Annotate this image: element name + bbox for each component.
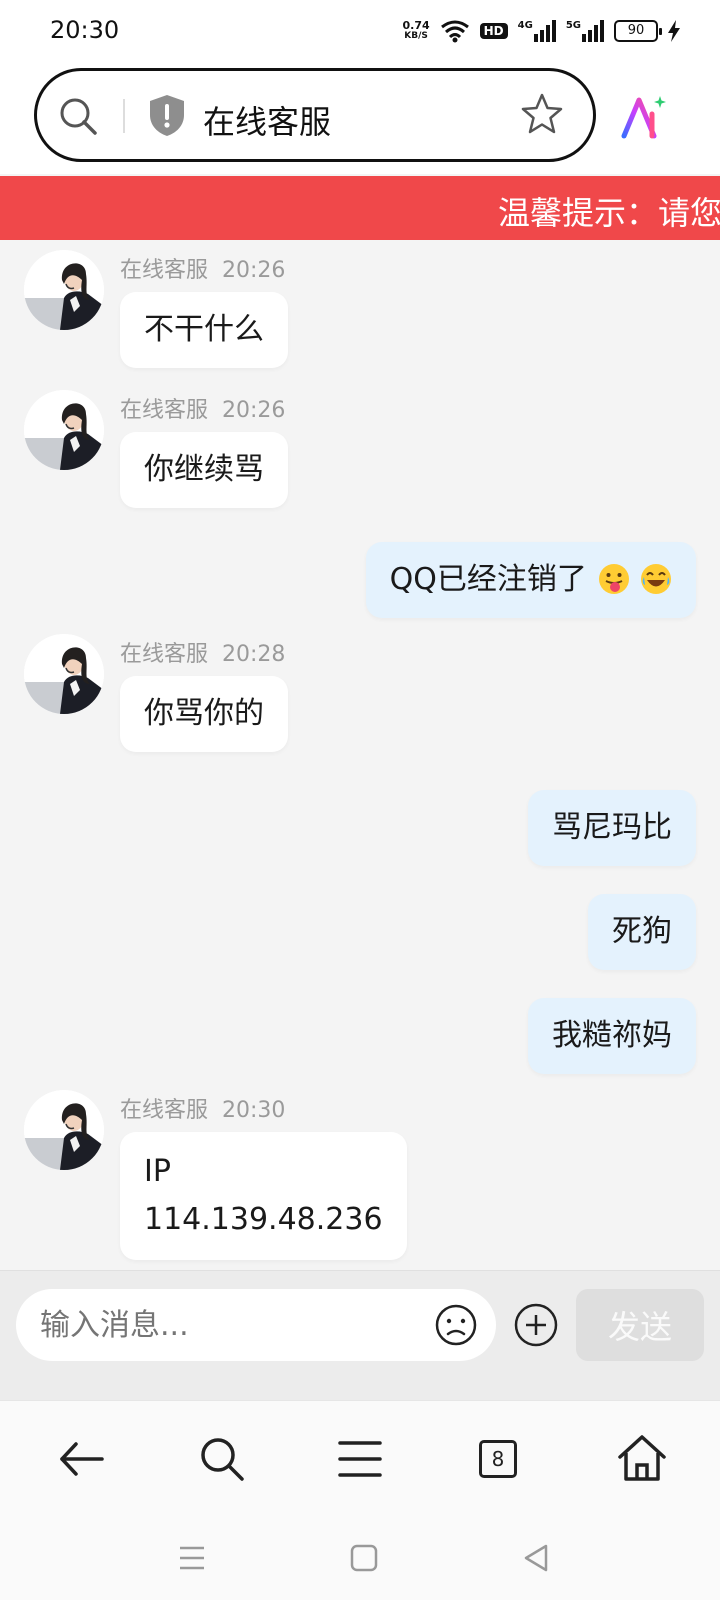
message-meta: 在线客服 20:28 xyxy=(120,642,286,667)
user-message-bubble[interactable]: QQ已经注销了 xyxy=(365,542,696,618)
notice-banner: 温馨提示：请您 xyxy=(0,176,720,240)
shield-icon[interactable] xyxy=(147,93,187,137)
plus-icon[interactable] xyxy=(512,1301,560,1349)
system-nav-bar xyxy=(0,1516,720,1600)
network-speed: 0.74 KB/S xyxy=(402,19,430,41)
message-input-bar: 发送 xyxy=(0,1270,720,1400)
status-bar: 20:30 0.74 KB/S HD 4G 5G 90 xyxy=(0,0,720,62)
message-bubble[interactable]: 你骂你的 xyxy=(120,676,288,752)
back-arrow-icon[interactable] xyxy=(54,1431,110,1487)
wifi-icon xyxy=(440,20,469,43)
user-message-bubble[interactable]: 骂尼玛比 xyxy=(528,790,696,866)
ai-assistant-icon[interactable] xyxy=(618,92,668,142)
search-icon[interactable] xyxy=(57,95,99,137)
emoji-icon[interactable] xyxy=(434,1303,478,1347)
notice-text: 温馨提示：请您 xyxy=(498,194,720,232)
agent-avatar[interactable] xyxy=(24,390,104,470)
address-divider xyxy=(123,99,125,133)
agent-avatar[interactable] xyxy=(24,250,104,330)
message-meta: 在线客服 20:26 xyxy=(120,258,286,283)
hd-icon: HD xyxy=(479,23,508,39)
laughing-tears-emoji-icon xyxy=(641,564,671,594)
menu-icon[interactable] xyxy=(332,1431,388,1487)
browser-bottom-nav: 8 xyxy=(0,1400,720,1516)
message-bubble[interactable]: IP 114.139.48.236 xyxy=(120,1132,407,1260)
status-icons: 0.74 KB/S HD 4G 5G 90 xyxy=(402,16,680,46)
send-button[interactable]: 发送 xyxy=(576,1289,704,1361)
browser-toolbar: 在线客服 xyxy=(0,62,720,174)
user-message-bubble[interactable]: 我糙祢妈 xyxy=(528,998,696,1074)
recent-apps-icon[interactable] xyxy=(172,1538,212,1578)
charging-icon xyxy=(668,20,680,42)
star-icon[interactable] xyxy=(519,91,565,137)
tab-count: 8 xyxy=(479,1440,517,1478)
sim2-signal-icon: 5G xyxy=(566,20,604,42)
address-bar[interactable]: 在线客服 xyxy=(34,68,596,162)
home-icon[interactable] xyxy=(614,1431,670,1487)
home-button-icon[interactable] xyxy=(344,1538,384,1578)
message-bubble[interactable]: 不干什么 xyxy=(120,292,288,368)
tabs-icon[interactable]: 8 xyxy=(470,1431,526,1487)
message-meta: 在线客服 20:30 xyxy=(120,1098,286,1123)
tongue-out-emoji-icon xyxy=(599,564,630,594)
message-meta: 在线客服 20:26 xyxy=(120,398,286,423)
sim1-signal-icon: 4G xyxy=(518,20,556,42)
agent-avatar[interactable] xyxy=(24,1090,104,1170)
agent-avatar[interactable] xyxy=(24,634,104,714)
message-input[interactable] xyxy=(16,1289,496,1361)
battery-icon: 90 xyxy=(614,20,662,42)
message-bubble[interactable]: 你继续骂 xyxy=(120,432,288,508)
chat-area[interactable]: 在线客服20:26 不干什么 在线客服20:26 你继续骂 QQ已经注销了 xyxy=(0,240,720,1270)
user-message-bubble[interactable]: 死狗 xyxy=(588,894,696,970)
search-icon[interactable] xyxy=(194,1431,250,1487)
back-triangle-icon[interactable] xyxy=(516,1538,556,1578)
status-time: 20:30 xyxy=(50,16,120,44)
page-title[interactable]: 在线客服 xyxy=(203,97,331,143)
